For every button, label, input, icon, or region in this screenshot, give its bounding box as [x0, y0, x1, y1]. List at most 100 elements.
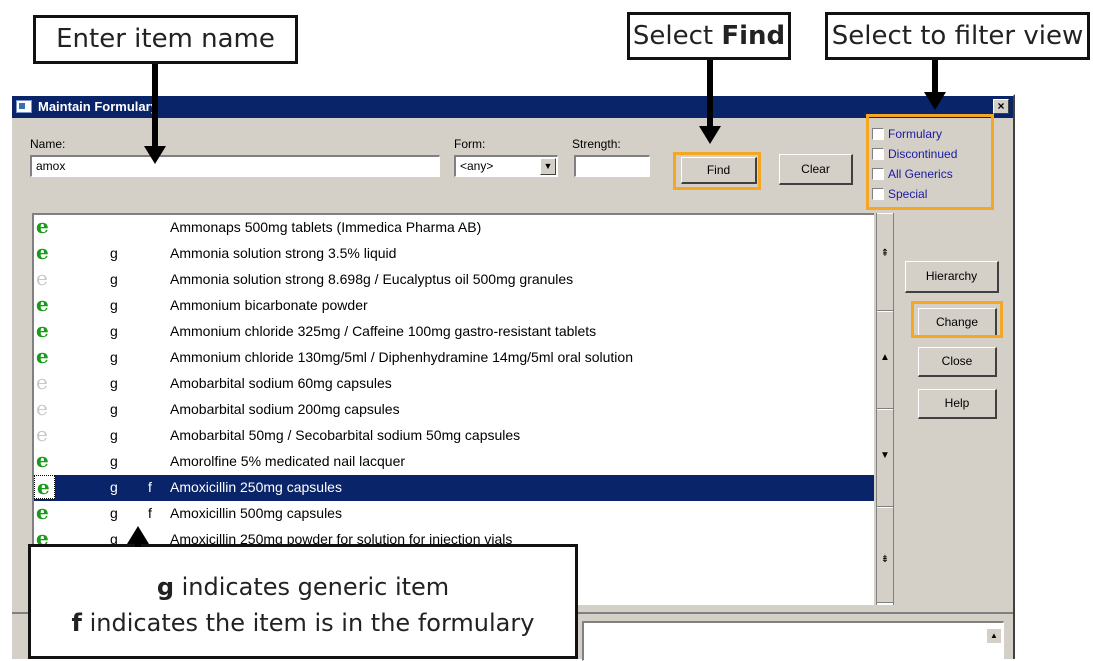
scroll-up-icon[interactable]: ▲: [987, 629, 1001, 643]
list-item[interactable]: e Ammonaps 500mg tablets (Immedica Pharma…: [34, 215, 874, 241]
change-highlight: [911, 301, 1003, 338]
callout-select-find-bold: Find: [721, 21, 786, 51]
list-scrollbar[interactable]: ⇞ ▲ ▼ ⇟: [876, 213, 894, 605]
strength-input[interactable]: [574, 155, 650, 177]
list-item[interactable]: e g Amobarbital sodium 200mg capsules: [34, 397, 874, 423]
scroll-top-button[interactable]: ⇞: [877, 213, 893, 311]
generic-flag: g: [110, 479, 118, 495]
scroll-bottom-icon: ⇟: [880, 554, 890, 565]
legend-g-text: indicates generic item: [174, 573, 450, 601]
help-button[interactable]: Help: [918, 389, 997, 419]
e-inactive-icon: e: [36, 422, 48, 446]
app-icon: [16, 100, 32, 113]
generic-flag: g: [110, 375, 118, 391]
list-item[interactable]: e g Ammonia solution strong 8.698g / Eucal…: [34, 267, 874, 293]
generic-flag: g: [110, 349, 118, 365]
form-select[interactable]: <any> ▼: [454, 155, 558, 177]
list-item[interactable]: e g Amobarbital 50mg / Secobarbital sodium…: [34, 423, 874, 449]
item-description: Amobarbital sodium 200mg capsules: [170, 401, 400, 417]
generic-flag: g: [110, 505, 118, 521]
item-description: Ammonium chloride 325mg / Caffeine 100mg…: [170, 323, 597, 339]
filter-highlight: [866, 114, 994, 210]
e-active-icon: e: [34, 475, 55, 499]
arrow-legend-shaft: [135, 543, 141, 547]
scroll-bottom-button[interactable]: ⇟: [877, 507, 893, 603]
details-pane: ▲: [582, 621, 1004, 661]
e-active-icon: e: [36, 292, 49, 316]
item-description: Amorolfine 5% medicated nail lacquer: [170, 453, 406, 469]
arrow-filter-shaft: [932, 60, 938, 94]
item-description: Ammonia solution strong 3.5% liquid: [170, 245, 397, 261]
generic-flag: g: [110, 427, 118, 443]
e-active-icon: e: [36, 344, 49, 368]
generic-flag: g: [110, 401, 118, 417]
formulary-flag: f: [148, 505, 152, 521]
name-input[interactable]: amox: [30, 155, 440, 177]
generic-flag: g: [110, 245, 118, 261]
hierarchy-button[interactable]: Hierarchy: [905, 261, 999, 293]
list-item[interactable]: e g Ammonium bicarbonate powder: [34, 293, 874, 319]
arrow-filter-head: [924, 92, 946, 110]
title-bar[interactable]: Maintain Formulary ×: [12, 96, 1013, 118]
item-description: Amobarbital sodium 60mg capsules: [170, 375, 392, 391]
e-inactive-icon: e: [36, 370, 48, 394]
e-active-icon: e: [36, 240, 49, 264]
callout-filter-view: Select to filter view: [825, 12, 1090, 60]
scroll-down-icon: ▼: [880, 450, 890, 461]
scroll-top-icon: ⇞: [880, 248, 890, 259]
name-input-value: amox: [36, 159, 66, 173]
arrow-enter-item-head: [144, 146, 166, 164]
arrow-legend-head: [127, 526, 149, 544]
item-description: Amobarbital 50mg / Secobarbital sodium 5…: [170, 427, 521, 443]
formulary-flag: f: [148, 479, 152, 495]
generic-flag: g: [110, 297, 118, 313]
clear-button[interactable]: Clear: [779, 154, 853, 185]
legend-f: f indicates the item is in the formulary: [31, 605, 575, 641]
legend-g-letter: g: [156, 573, 174, 601]
callout-legend: g indicates generic item f indicates the…: [28, 544, 578, 659]
name-label: Name:: [30, 137, 66, 151]
form-select-value: <any>: [460, 159, 494, 173]
item-description: Ammonaps 500mg tablets (Immedica Pharma …: [170, 219, 482, 235]
list-item[interactable]: e g Amobarbital sodium 60mg capsules: [34, 371, 874, 397]
e-active-icon: e: [36, 448, 49, 472]
e-inactive-icon: e: [36, 396, 48, 420]
close-icon[interactable]: ×: [993, 99, 1009, 114]
generic-flag: g: [110, 271, 118, 287]
e-active-icon: e: [36, 500, 49, 524]
callout-select-find: Select Find: [627, 12, 791, 60]
callout-select-find-prefix: Select: [632, 21, 722, 51]
form-label: Form:: [454, 137, 486, 151]
item-description: Ammonia solution strong 8.698g / Eucalyp…: [170, 271, 574, 287]
chevron-down-icon[interactable]: ▼: [540, 158, 556, 175]
list-item[interactable]: e g Ammonium chloride 130mg/5ml / Diphenhy…: [34, 345, 874, 371]
item-description: Amoxicillin 250mg capsules: [170, 479, 342, 495]
window-title: Maintain Formulary: [38, 99, 158, 114]
strength-label: Strength:: [572, 137, 621, 151]
arrow-enter-item-shaft: [152, 64, 158, 148]
item-description: Ammonium bicarbonate powder: [170, 297, 368, 313]
legend-f-letter: f: [71, 609, 82, 637]
list-item[interactable]: e g f Amoxicillin 500mg capsules: [34, 501, 874, 527]
generic-flag: g: [110, 453, 118, 469]
scroll-down-button[interactable]: ▼: [877, 409, 893, 507]
list-item[interactable]: e g Amorolfine 5% medicated nail lacquer: [34, 449, 874, 475]
close-button[interactable]: Close: [918, 347, 997, 377]
e-active-icon: e: [36, 214, 49, 238]
legend-g: g indicates generic item: [31, 569, 575, 605]
list-item[interactable]: e g Ammonia solution strong 3.5% liquid: [34, 241, 874, 267]
list-item[interactable]: e g f Amoxicillin 250mg capsules: [34, 475, 874, 501]
item-description: Ammonium chloride 130mg/5ml / Diphenhydr…: [170, 349, 633, 365]
item-description: Amoxicillin 500mg capsules: [170, 505, 342, 521]
find-highlight: [673, 152, 761, 190]
list-item[interactable]: e g Ammonium chloride 325mg / Caffeine 100…: [34, 319, 874, 345]
legend-f-text: indicates the item is in the formulary: [82, 609, 535, 637]
e-active-icon: e: [36, 318, 49, 342]
arrow-find-head: [699, 126, 721, 144]
e-inactive-icon: e: [36, 266, 48, 290]
arrow-find-shaft: [707, 60, 713, 128]
scroll-up-button[interactable]: ▲: [877, 311, 893, 409]
callout-enter-item: Enter item name: [33, 15, 298, 64]
generic-flag: g: [110, 323, 118, 339]
scroll-up-icon: ▲: [880, 352, 890, 363]
